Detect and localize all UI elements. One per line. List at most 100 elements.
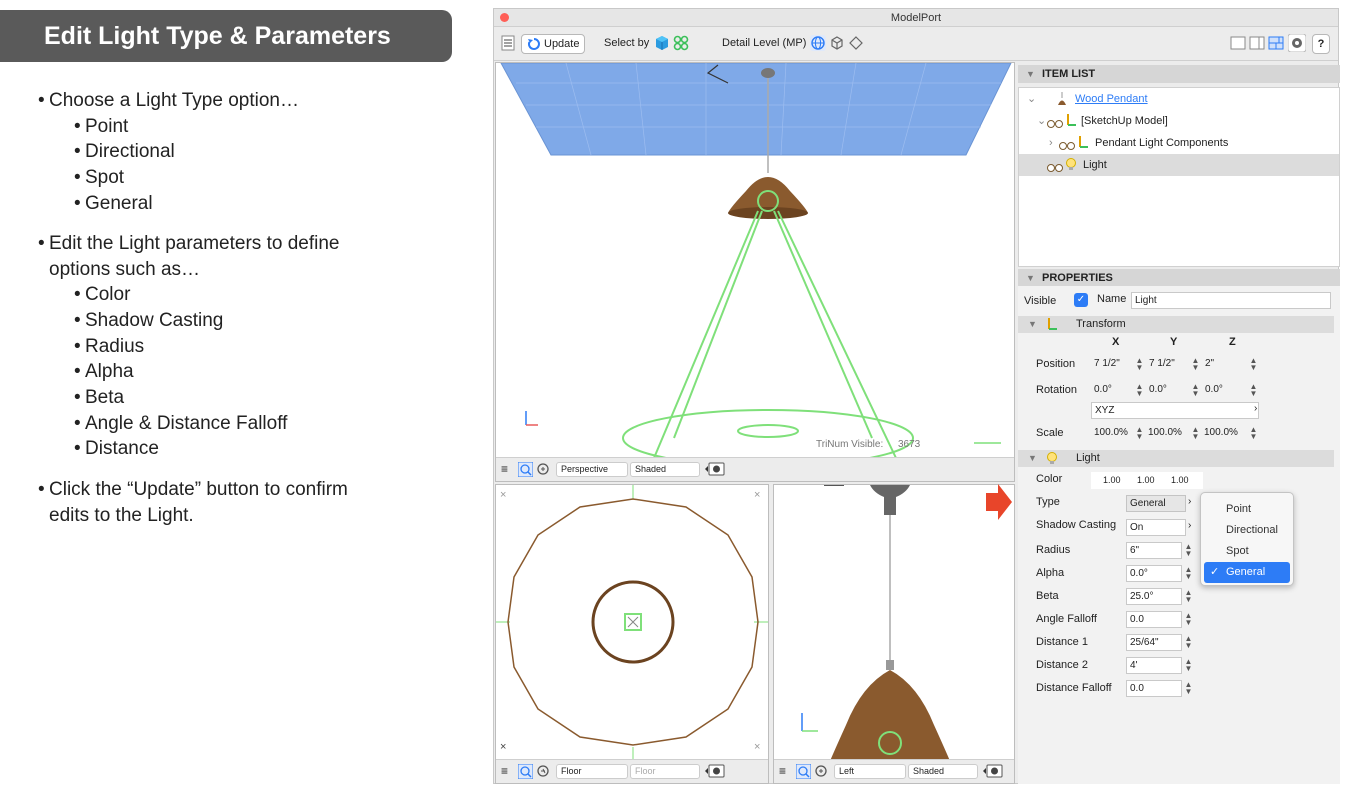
distance-falloff-field[interactable]: 0.0 bbox=[1126, 680, 1182, 697]
view-select[interactable]: Left bbox=[834, 764, 906, 779]
rotation-z-stepper[interactable]: ▲ ▼ bbox=[1249, 383, 1258, 398]
distance-2-stepper[interactable]: ▲ ▼ bbox=[1184, 658, 1193, 673]
radius-field[interactable]: 6" bbox=[1126, 542, 1182, 559]
alpha-stepper[interactable]: ▲ ▼ bbox=[1184, 566, 1193, 581]
view-select[interactable]: Floor bbox=[556, 764, 628, 779]
beta-field[interactable]: 25.0° bbox=[1126, 588, 1182, 605]
select-by-group-icon[interactable] bbox=[673, 35, 689, 54]
glasses-icon[interactable] bbox=[1047, 159, 1063, 181]
position-y-stepper[interactable]: ▲ ▼ bbox=[1191, 357, 1200, 372]
help-button[interactable]: ? bbox=[1312, 34, 1330, 54]
collapse-triangle-icon[interactable]: ▼ bbox=[1028, 453, 1037, 463]
cube-icon[interactable] bbox=[829, 35, 845, 54]
zoom-in-icon[interactable] bbox=[536, 764, 551, 781]
light-section-header[interactable]: ▼ Light bbox=[1018, 450, 1334, 467]
position-y-field[interactable]: 7 1/2" bbox=[1146, 356, 1188, 373]
scale-y-field[interactable]: 100.0% bbox=[1145, 425, 1191, 442]
angle-falloff-field[interactable]: 0.0 bbox=[1126, 611, 1182, 628]
viewport-menu-icon[interactable]: ≡ bbox=[501, 462, 508, 476]
viewport-menu-icon[interactable]: ≡ bbox=[779, 764, 786, 778]
rotation-order-select[interactable]: XYZ bbox=[1091, 402, 1259, 419]
list-item-selected[interactable]: Light bbox=[1019, 154, 1339, 176]
alpha-label: Alpha bbox=[1036, 567, 1065, 579]
position-x-field[interactable]: 7 1/2" bbox=[1091, 356, 1131, 373]
menu-item-directional[interactable]: Directional bbox=[1204, 520, 1290, 541]
chevron-right-icon[interactable]: › bbox=[1049, 132, 1053, 154]
perspective-viewport[interactable]: TriNum Visible: 3673 ≡ Perspective Shade… bbox=[495, 62, 1015, 482]
collapse-triangle-icon[interactable]: ▼ bbox=[1028, 319, 1037, 329]
visible-checkbox[interactable]: ✓ bbox=[1074, 293, 1088, 307]
close-window-icon[interactable] bbox=[500, 13, 509, 22]
collapse-triangle-icon[interactable]: ▼ bbox=[1026, 273, 1035, 283]
position-z-stepper[interactable]: ▲ ▼ bbox=[1249, 357, 1258, 372]
camera-icon[interactable] bbox=[704, 763, 726, 781]
color-field[interactable]: 1.00 1.00 1.00 bbox=[1091, 472, 1203, 489]
viewport-menu-icon[interactable]: ≡ bbox=[501, 764, 508, 778]
shading-select[interactable]: Shaded bbox=[630, 462, 700, 477]
chevron-down-icon[interactable]: ⌄ bbox=[1037, 110, 1046, 132]
chevron-right-icon[interactable]: › bbox=[1188, 520, 1191, 531]
camera-icon[interactable] bbox=[704, 461, 726, 479]
left-viewport[interactable]: ≡ Left Shaded bbox=[773, 484, 1015, 784]
item-pendant-light-components[interactable]: Pendant Light Components bbox=[1095, 132, 1228, 154]
floor-viewport[interactable]: × × × × ≡ Floor Floor bbox=[495, 484, 769, 784]
modelport-window: ModelPort Update Select by Detail Level … bbox=[493, 8, 1340, 784]
item-list-header[interactable]: ▼ ITEM LIST bbox=[1018, 65, 1340, 83]
zoom-fit-icon[interactable] bbox=[517, 763, 534, 781]
zoom-in-icon[interactable] bbox=[814, 764, 829, 781]
diamond-icon[interactable] bbox=[848, 35, 864, 54]
zoom-fit-icon[interactable] bbox=[795, 763, 812, 781]
rotation-x-field[interactable]: 0.0° bbox=[1091, 382, 1131, 399]
camera-icon[interactable] bbox=[982, 763, 1004, 781]
scale-x-stepper[interactable]: ▲ ▼ bbox=[1135, 426, 1144, 441]
beta-stepper[interactable]: ▲ ▼ bbox=[1184, 589, 1193, 604]
angle-falloff-stepper[interactable]: ▲ ▼ bbox=[1184, 612, 1193, 627]
list-item[interactable]: ⌄ [SketchUp Model] bbox=[1019, 110, 1339, 132]
distance-1-stepper[interactable]: ▲ ▼ bbox=[1184, 635, 1193, 650]
layout-single-icon[interactable] bbox=[1230, 36, 1246, 53]
distance-1-field[interactable]: 25/64" bbox=[1126, 634, 1182, 651]
rotation-y-stepper[interactable]: ▲ ▼ bbox=[1191, 383, 1200, 398]
rotation-y-field[interactable]: 0.0° bbox=[1146, 382, 1188, 399]
scale-z-stepper[interactable]: ▲ ▼ bbox=[1249, 426, 1258, 441]
layout-split-icon[interactable] bbox=[1249, 36, 1265, 53]
chevron-right-icon[interactable]: › bbox=[1254, 403, 1257, 414]
menu-item-general[interactable]: ✓ General bbox=[1204, 562, 1290, 583]
list-item[interactable]: › Pendant Light Components bbox=[1019, 132, 1339, 154]
menu-item-point[interactable]: Point bbox=[1204, 499, 1290, 520]
rotation-x-stepper[interactable]: ▲ ▼ bbox=[1135, 383, 1144, 398]
name-field[interactable]: Light bbox=[1131, 292, 1331, 309]
shadow-casting-select[interactable]: On bbox=[1126, 519, 1186, 536]
menu-icon[interactable] bbox=[501, 35, 515, 54]
rotation-z-field[interactable]: 0.0° bbox=[1202, 382, 1242, 399]
item-light[interactable]: Light bbox=[1083, 154, 1107, 176]
collapse-triangle-icon[interactable]: ▼ bbox=[1026, 69, 1035, 79]
scale-x-field[interactable]: 100.0% bbox=[1091, 425, 1135, 442]
zoom-in-icon[interactable] bbox=[536, 462, 551, 479]
scale-y-stepper[interactable]: ▲ ▼ bbox=[1191, 426, 1200, 441]
distance-2-field[interactable]: 4' bbox=[1126, 657, 1182, 674]
transform-header[interactable]: ▼ Transform bbox=[1018, 316, 1334, 333]
position-x-stepper[interactable]: ▲ ▼ bbox=[1135, 357, 1144, 372]
distance-falloff-stepper[interactable]: ▲ ▼ bbox=[1184, 681, 1193, 696]
alpha-field[interactable]: 0.0° bbox=[1126, 565, 1182, 582]
globe-icon[interactable] bbox=[810, 35, 826, 54]
list-item[interactable]: ⌄ Wood Pendant bbox=[1019, 88, 1339, 110]
shading-select[interactable]: Shaded bbox=[908, 764, 978, 779]
view-select[interactable]: Perspective bbox=[556, 462, 628, 477]
radius-stepper[interactable]: ▲ ▼ bbox=[1184, 543, 1193, 558]
type-select[interactable]: General bbox=[1126, 495, 1186, 512]
item-sketchup-model[interactable]: [SketchUp Model] bbox=[1081, 110, 1168, 132]
chevron-down-icon[interactable]: ⌄ bbox=[1027, 88, 1036, 110]
scale-z-field[interactable]: 100.0% bbox=[1201, 425, 1247, 442]
item-wood-pendant[interactable]: Wood Pendant bbox=[1075, 88, 1148, 110]
chevron-right-icon[interactable]: › bbox=[1188, 496, 1191, 507]
position-z-field[interactable]: 2" bbox=[1202, 356, 1242, 373]
update-button[interactable]: Update bbox=[521, 34, 586, 54]
layout-quad-icon[interactable] bbox=[1268, 36, 1284, 53]
zoom-fit-icon[interactable] bbox=[517, 461, 534, 479]
select-by-object-icon[interactable] bbox=[654, 35, 670, 54]
menu-item-spot[interactable]: Spot bbox=[1204, 541, 1290, 562]
settings-gear-icon[interactable] bbox=[1287, 33, 1307, 55]
properties-header[interactable]: ▼ PROPERTIES bbox=[1018, 269, 1340, 287]
